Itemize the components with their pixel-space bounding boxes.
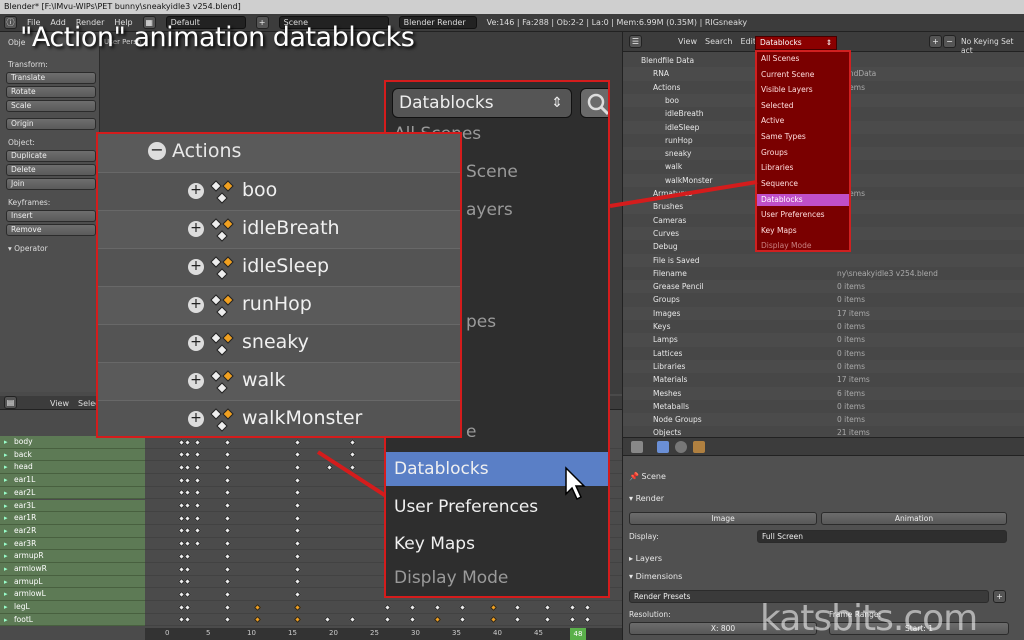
expand-icon[interactable]: + [188,221,204,237]
menu-item-display-mode: Display Mode [394,568,509,588]
action-keyframes-icon [208,291,238,321]
expand-icon[interactable]: + [188,259,204,275]
collapse-icon[interactable]: − [148,142,166,160]
zoomed-actions-list: − Actions + boo + idleBreath + idleSleep + runH… [96,132,462,438]
action-row-runHop[interactable]: + runHop [98,286,460,324]
expand-icon[interactable]: + [188,335,204,351]
action-row-walkMonster[interactable]: + walkMonster [98,400,460,436]
action-name: sneaky [242,331,309,353]
expand-icon[interactable]: + [188,373,204,389]
action-name: walkMonster [242,407,363,429]
expand-icon[interactable]: + [188,183,204,199]
tutorial-caption: "Action" animation datablocks [20,22,415,53]
action-name: runHop [242,293,312,315]
menu-item-key-maps[interactable]: Key Maps [386,527,608,561]
action-name: walk [242,369,286,391]
ghost-item-sequence: e [466,422,477,442]
search-icon[interactable] [580,88,608,118]
action-row-walk[interactable]: + walk [98,362,460,400]
site-watermark: katsbits.com [760,598,978,639]
actions-header: Actions [172,140,242,162]
action-name: idleSleep [242,255,330,277]
dropdown-arrows-icon: ⇕ [551,95,563,111]
expand-icon[interactable]: + [188,297,204,313]
action-row-boo[interactable]: + boo [98,172,460,210]
callout-line-actions [316,450,388,498]
action-row-sneaky[interactable]: + sneaky [98,324,460,362]
action-keyframes-icon [208,405,238,435]
action-keyframes-icon [208,367,238,397]
callout-line-menu [609,180,758,208]
action-row-idleBreath[interactable]: + idleBreath [98,210,460,248]
blender-window: Blender* [F:\IMvu-WIPs\PET bunny\sneakyi… [0,0,1024,640]
action-keyframes-icon [208,177,238,207]
ghost-item-layers: ayers [466,200,513,220]
action-keyframes-icon [208,215,238,245]
action-keyframes-icon [208,253,238,283]
expand-icon[interactable]: + [188,411,204,427]
action-name: idleBreath [242,217,340,239]
zoomed-mode-dropdown[interactable]: Datablocks ⇕ [392,88,572,118]
zoomed-mode-value: Datablocks [399,93,494,113]
action-keyframes-icon [208,329,238,359]
mouse-cursor-icon [565,466,586,501]
ghost-item-scene: Scene [466,162,518,182]
ghost-item-types: pes [466,312,497,332]
action-row-idleSleep[interactable]: + idleSleep [98,248,460,286]
action-name: boo [242,179,278,201]
